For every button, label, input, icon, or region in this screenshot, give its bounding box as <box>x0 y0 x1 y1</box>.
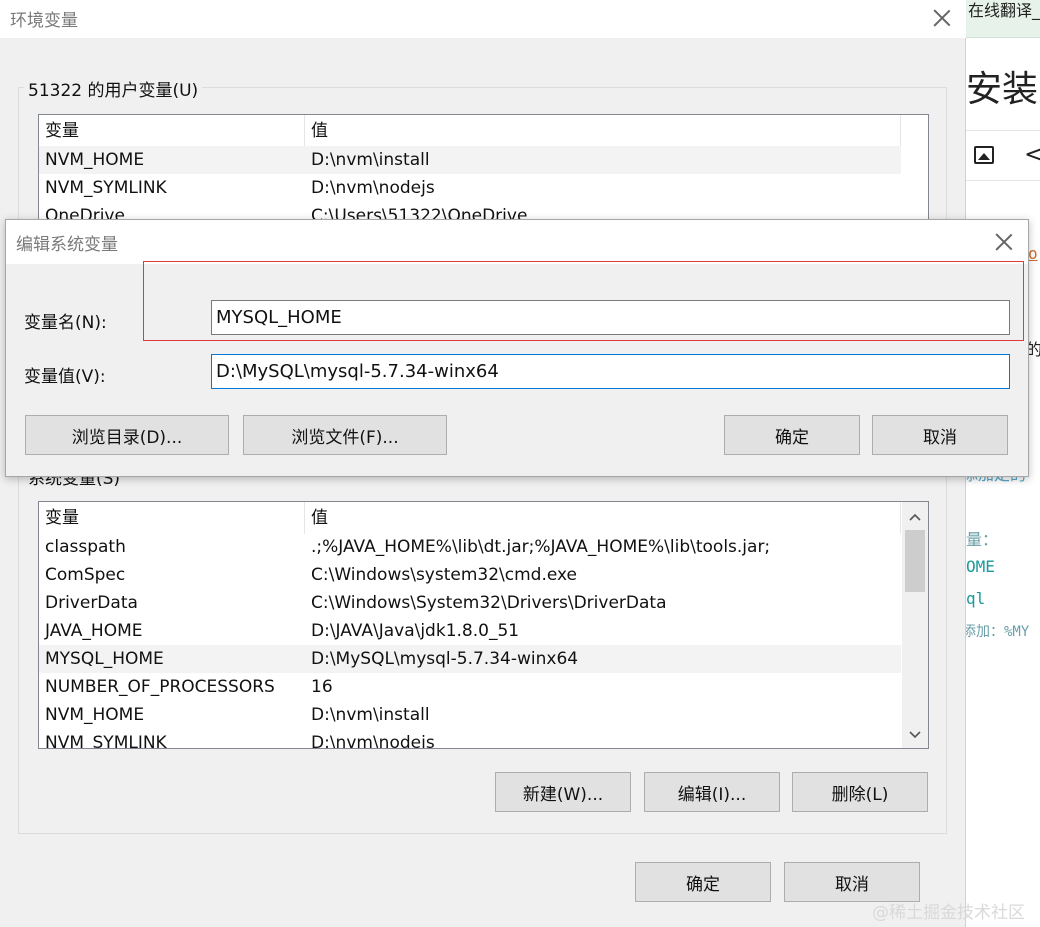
watermark: @稀土掘金技术社区 <box>872 903 1025 923</box>
edit-button[interactable]: 编辑(I)... <box>644 772 780 812</box>
variable-value: D:\nvm\install <box>311 705 430 725</box>
column-header-value[interactable]: 值 <box>305 502 901 534</box>
cancel-button[interactable]: 取消 <box>872 415 1008 455</box>
background-tab-text: 在线翻译_在 <box>968 1 1040 20</box>
variable-name: NUMBER_OF_PROCESSORS <box>45 677 275 697</box>
variable-name: JAVA_HOME <box>45 621 143 641</box>
vertical-scrollbar[interactable] <box>902 502 928 748</box>
variable-name-label: 变量名(N): <box>24 313 107 333</box>
browse-directory-button[interactable]: 浏览目录(D)... <box>25 415 229 455</box>
background-snippet: 量： <box>966 530 999 549</box>
variable-value: D:\nvm\install <box>311 150 430 170</box>
table-row[interactable]: ComSpec C:\Windows\system32\cmd.exe <box>39 561 901 589</box>
variable-value-input[interactable]: D:\MySQL\mysql-5.7.34-winx64 <box>211 354 1010 389</box>
background-link-fragment[interactable]: o <box>1028 244 1038 263</box>
background-snippet: 添加：%MY <box>966 624 1030 640</box>
new-button[interactable]: 新建(W)... <box>495 772 631 812</box>
edit-dialog-title: 编辑系统变量 <box>16 235 118 255</box>
variable-value: 16 <box>311 677 333 697</box>
scroll-down-icon[interactable] <box>902 722 928 748</box>
list-header: 变量 值 <box>39 115 901 147</box>
variable-value: D:\nvm\nodejs <box>311 178 435 198</box>
table-row[interactable]: classpath .;%JAVA_HOME%\lib\dt.jar;%JAVA… <box>39 533 901 561</box>
ok-button[interactable]: 确定 <box>635 862 771 902</box>
column-header-value[interactable]: 值 <box>305 115 901 147</box>
scroll-thumb[interactable] <box>905 530 925 592</box>
user-variables-list[interactable]: 变量 值 NVM_HOME D:\nvm\install NVM_SYMLINK… <box>38 114 929 227</box>
table-row[interactable]: NUMBER_OF_PROCESSORS 16 <box>39 673 901 701</box>
image-icon[interactable] <box>974 146 994 164</box>
variable-value: .;%JAVA_HOME%\lib\dt.jar;%JAVA_HOME%\lib… <box>311 537 771 557</box>
variable-name-input[interactable]: MYSQL_HOME <box>211 300 1010 335</box>
close-icon[interactable] <box>995 233 1013 251</box>
variable-name: NVM_HOME <box>45 705 145 725</box>
table-row[interactable]: DriverData C:\Windows\System32\Drivers\D… <box>39 589 901 617</box>
ok-button[interactable]: 确定 <box>724 415 860 455</box>
system-variables-list[interactable]: 变量 值 classpath .;%JAVA_HOME%\lib\dt.jar;… <box>38 501 929 749</box>
variable-name: MYSQL_HOME <box>45 649 164 669</box>
variable-value: C:\Windows\system32\cmd.exe <box>311 565 578 585</box>
variable-name: NVM_HOME <box>45 150 145 170</box>
table-row[interactable]: NVM_SYMLINK D:\nvm\nodejs <box>39 174 901 202</box>
browse-file-button[interactable]: 浏览文件(F)... <box>243 415 447 455</box>
background-snippet: OME <box>966 557 995 576</box>
variable-value-label: 变量值(V): <box>24 367 106 387</box>
table-row[interactable]: JAVA_HOME D:\JAVA\Java\jdk1.8.0_51 <box>39 617 901 645</box>
cancel-button[interactable]: 取消 <box>784 862 920 902</box>
column-header-variable[interactable]: 变量 <box>39 502 305 534</box>
variable-name: NVM_SYMLINK <box>45 733 167 749</box>
close-icon[interactable] <box>933 9 951 27</box>
list-header: 变量 值 <box>39 502 901 534</box>
table-row[interactable]: NVM_HOME D:\nvm\install <box>39 701 901 729</box>
table-row[interactable]: NVM_SYMLINK D:\nvm\nodejs <box>39 729 901 749</box>
variable-value: D:\nvm\nodejs <box>311 733 435 749</box>
user-variables-label: 51322 的用户变量(U) <box>24 76 203 101</box>
table-row-selected[interactable]: MYSQL_HOME D:\MySQL\mysql-5.7.34-winx64 <box>39 645 901 673</box>
delete-button[interactable]: 删除(L) <box>792 772 928 812</box>
code-icon[interactable]: </> <box>1024 140 1040 168</box>
column-header-variable[interactable]: 变量 <box>39 115 305 147</box>
background-snippet: ql <box>966 589 986 608</box>
table-row[interactable]: NVM_HOME D:\nvm\install <box>39 146 901 174</box>
background-heading: 安装 <box>966 69 1039 110</box>
variable-name: classpath <box>45 537 126 557</box>
scroll-up-icon[interactable] <box>902 504 928 530</box>
variable-value: C:\Windows\System32\Drivers\DriverData <box>311 593 667 613</box>
env-dialog-titlebar[interactable]: 环境变量 <box>0 0 966 38</box>
env-dialog-title: 环境变量 <box>10 11 78 31</box>
variable-name: NVM_SYMLINK <box>45 178 167 198</box>
background-divider <box>966 180 1040 181</box>
variable-value: D:\MySQL\mysql-5.7.34-winx64 <box>311 649 579 669</box>
background-browser-tab[interactable]: 在线翻译_在 <box>966 0 1040 38</box>
variable-value: D:\JAVA\Java\jdk1.8.0_51 <box>311 621 520 641</box>
edit-dialog-titlebar[interactable]: 编辑系统变量 <box>6 220 1028 264</box>
variable-name: DriverData <box>45 593 138 613</box>
variable-name: ComSpec <box>45 565 126 585</box>
edit-system-variable-dialog: 编辑系统变量 变量名(N): MYSQL_HOME 变量值(V): D:\MyS… <box>5 219 1029 477</box>
background-divider <box>966 130 1040 131</box>
